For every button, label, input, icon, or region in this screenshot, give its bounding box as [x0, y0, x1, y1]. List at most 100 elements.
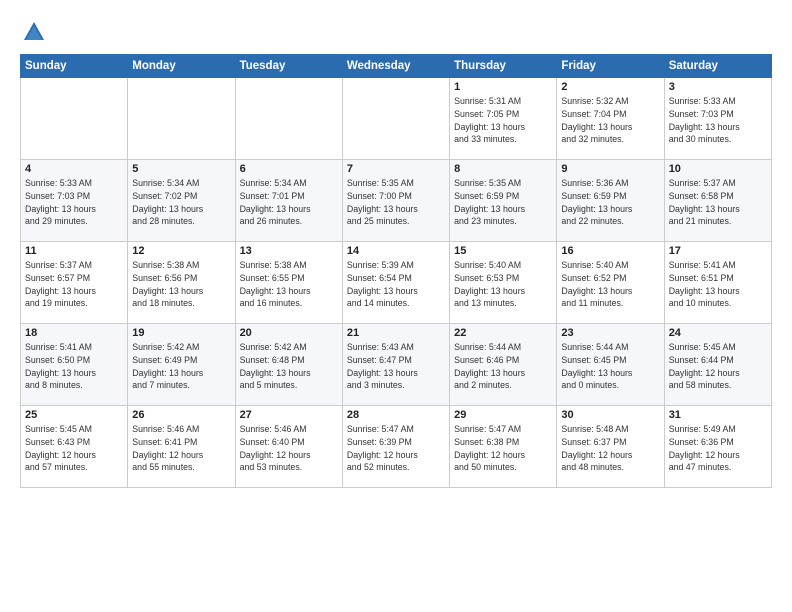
calendar: SundayMondayTuesdayWednesdayThursdayFrid…	[20, 54, 772, 488]
calendar-cell: 1 Sunrise: 5:31 AMSunset: 7:05 PMDaylight…	[450, 78, 557, 160]
day-number: 15	[454, 245, 552, 257]
header	[20, 18, 772, 46]
day-info: Sunrise: 5:35 AMSunset: 6:59 PMDaylight:…	[454, 177, 552, 228]
calendar-cell: 7 Sunrise: 5:35 AMSunset: 7:00 PMDaylight…	[342, 160, 449, 242]
day-info: Sunrise: 5:34 AMSunset: 7:01 PMDaylight:…	[240, 177, 338, 228]
calendar-cell: 27Sunrise: 5:46 AMSunset: 6:40 PMDayligh…	[235, 406, 342, 488]
weekday-header-row: SundayMondayTuesdayWednesdayThursdayFrid…	[21, 55, 772, 78]
day-info: Sunrise: 5:46 AMSunset: 6:41 PMDaylight:…	[132, 423, 230, 474]
day-info: Sunrise: 5:39 AMSunset: 6:54 PMDaylight:…	[347, 259, 445, 310]
weekday-header-tuesday: Tuesday	[235, 55, 342, 78]
weekday-header-wednesday: Wednesday	[342, 55, 449, 78]
day-number: 12	[132, 245, 230, 257]
day-info: Sunrise: 5:38 AMSunset: 6:55 PMDaylight:…	[240, 259, 338, 310]
calendar-cell: 15 Sunrise: 5:40 AMSunset: 6:53 PMDayligh…	[450, 242, 557, 324]
day-number: 16	[561, 245, 659, 257]
week-row-1: 1 Sunrise: 5:31 AMSunset: 7:05 PMDaylight…	[21, 78, 772, 160]
calendar-cell: 8 Sunrise: 5:35 AMSunset: 6:59 PMDaylight…	[450, 160, 557, 242]
day-info: Sunrise: 5:47 AMSunset: 6:39 PMDaylight:…	[347, 423, 445, 474]
day-number: 31	[669, 409, 767, 421]
calendar-cell: 29Sunrise: 5:47 AMSunset: 6:38 PMDayligh…	[450, 406, 557, 488]
day-number: 1	[454, 81, 552, 93]
day-number: 13	[240, 245, 338, 257]
calendar-cell: 20 Sunrise: 5:42 AMSunset: 6:48 PMDayligh…	[235, 324, 342, 406]
day-info: Sunrise: 5:44 AMSunset: 6:46 PMDaylight:…	[454, 341, 552, 392]
day-number: 17	[669, 245, 767, 257]
day-number: 25	[25, 409, 123, 421]
day-info: Sunrise: 5:31 AMSunset: 7:05 PMDaylight:…	[454, 95, 552, 146]
day-info: Sunrise: 5:41 AMSunset: 6:51 PMDaylight:…	[669, 259, 767, 310]
day-info: Sunrise: 5:40 AMSunset: 6:53 PMDaylight:…	[454, 259, 552, 310]
calendar-cell: 13 Sunrise: 5:38 AMSunset: 6:55 PMDayligh…	[235, 242, 342, 324]
calendar-cell: 5 Sunrise: 5:34 AMSunset: 7:02 PMDaylight…	[128, 160, 235, 242]
day-number: 30	[561, 409, 659, 421]
calendar-cell	[128, 78, 235, 160]
calendar-cell: 6 Sunrise: 5:34 AMSunset: 7:01 PMDaylight…	[235, 160, 342, 242]
day-number: 19	[132, 327, 230, 339]
day-info: Sunrise: 5:38 AMSunset: 6:56 PMDaylight:…	[132, 259, 230, 310]
calendar-cell: 23 Sunrise: 5:44 AMSunset: 6:45 PMDayligh…	[557, 324, 664, 406]
weekday-header-thursday: Thursday	[450, 55, 557, 78]
logo-icon	[20, 18, 48, 46]
weekday-header-saturday: Saturday	[664, 55, 771, 78]
calendar-cell: 4Sunrise: 5:33 AMSunset: 7:03 PMDaylight…	[21, 160, 128, 242]
day-number: 20	[240, 327, 338, 339]
day-number: 21	[347, 327, 445, 339]
day-number: 3	[669, 81, 767, 93]
calendar-cell: 21 Sunrise: 5:43 AMSunset: 6:47 PMDayligh…	[342, 324, 449, 406]
day-info: Sunrise: 5:41 AMSunset: 6:50 PMDaylight:…	[25, 341, 123, 392]
day-number: 7	[347, 163, 445, 175]
day-info: Sunrise: 5:44 AMSunset: 6:45 PMDaylight:…	[561, 341, 659, 392]
day-info: Sunrise: 5:40 AMSunset: 6:52 PMDaylight:…	[561, 259, 659, 310]
day-info: Sunrise: 5:42 AMSunset: 6:48 PMDaylight:…	[240, 341, 338, 392]
day-info: Sunrise: 5:37 AMSunset: 6:58 PMDaylight:…	[669, 177, 767, 228]
calendar-cell	[235, 78, 342, 160]
day-info: Sunrise: 5:45 AMSunset: 6:43 PMDaylight:…	[25, 423, 123, 474]
calendar-cell: 2 Sunrise: 5:32 AMSunset: 7:04 PMDaylight…	[557, 78, 664, 160]
day-info: Sunrise: 5:43 AMSunset: 6:47 PMDaylight:…	[347, 341, 445, 392]
day-number: 29	[454, 409, 552, 421]
day-info: Sunrise: 5:46 AMSunset: 6:40 PMDaylight:…	[240, 423, 338, 474]
day-number: 11	[25, 245, 123, 257]
calendar-cell	[21, 78, 128, 160]
calendar-cell: 16 Sunrise: 5:40 AMSunset: 6:52 PMDayligh…	[557, 242, 664, 324]
calendar-cell: 28 Sunrise: 5:47 AMSunset: 6:39 PMDayligh…	[342, 406, 449, 488]
day-number: 28	[347, 409, 445, 421]
week-row-5: 25 Sunrise: 5:45 AMSunset: 6:43 PMDayligh…	[21, 406, 772, 488]
calendar-cell: 30 Sunrise: 5:48 AMSunset: 6:37 PMDayligh…	[557, 406, 664, 488]
page: SundayMondayTuesdayWednesdayThursdayFrid…	[0, 0, 792, 612]
day-info: Sunrise: 5:34 AMSunset: 7:02 PMDaylight:…	[132, 177, 230, 228]
weekday-header-monday: Monday	[128, 55, 235, 78]
day-info: Sunrise: 5:42 AMSunset: 6:49 PMDaylight:…	[132, 341, 230, 392]
day-number: 8	[454, 163, 552, 175]
day-number: 6	[240, 163, 338, 175]
day-number: 2	[561, 81, 659, 93]
day-number: 23	[561, 327, 659, 339]
day-number: 10	[669, 163, 767, 175]
day-info: Sunrise: 5:48 AMSunset: 6:37 PMDaylight:…	[561, 423, 659, 474]
day-info: Sunrise: 5:33 AMSunset: 7:03 PMDaylight:…	[669, 95, 767, 146]
week-row-4: 18 Sunrise: 5:41 AMSunset: 6:50 PMDayligh…	[21, 324, 772, 406]
day-info: Sunrise: 5:35 AMSunset: 7:00 PMDaylight:…	[347, 177, 445, 228]
day-info: Sunrise: 5:32 AMSunset: 7:04 PMDaylight:…	[561, 95, 659, 146]
weekday-header-friday: Friday	[557, 55, 664, 78]
calendar-cell: 11Sunrise: 5:37 AMSunset: 6:57 PMDayligh…	[21, 242, 128, 324]
day-info: Sunrise: 5:49 AMSunset: 6:36 PMDaylight:…	[669, 423, 767, 474]
calendar-cell: 14 Sunrise: 5:39 AMSunset: 6:54 PMDayligh…	[342, 242, 449, 324]
day-number: 18	[25, 327, 123, 339]
calendar-cell: 26 Sunrise: 5:46 AMSunset: 6:41 PMDayligh…	[128, 406, 235, 488]
day-info: Sunrise: 5:36 AMSunset: 6:59 PMDaylight:…	[561, 177, 659, 228]
calendar-cell: 18 Sunrise: 5:41 AMSunset: 6:50 PMDayligh…	[21, 324, 128, 406]
day-info: Sunrise: 5:45 AMSunset: 6:44 PMDaylight:…	[669, 341, 767, 392]
day-number: 5	[132, 163, 230, 175]
day-number: 26	[132, 409, 230, 421]
week-row-3: 11Sunrise: 5:37 AMSunset: 6:57 PMDayligh…	[21, 242, 772, 324]
day-number: 14	[347, 245, 445, 257]
day-number: 24	[669, 327, 767, 339]
day-info: Sunrise: 5:33 AMSunset: 7:03 PMDaylight:…	[25, 177, 123, 228]
logo	[20, 18, 52, 46]
calendar-cell: 22Sunrise: 5:44 AMSunset: 6:46 PMDayligh…	[450, 324, 557, 406]
calendar-cell: 25 Sunrise: 5:45 AMSunset: 6:43 PMDayligh…	[21, 406, 128, 488]
calendar-cell: 3 Sunrise: 5:33 AMSunset: 7:03 PMDaylight…	[664, 78, 771, 160]
day-number: 9	[561, 163, 659, 175]
